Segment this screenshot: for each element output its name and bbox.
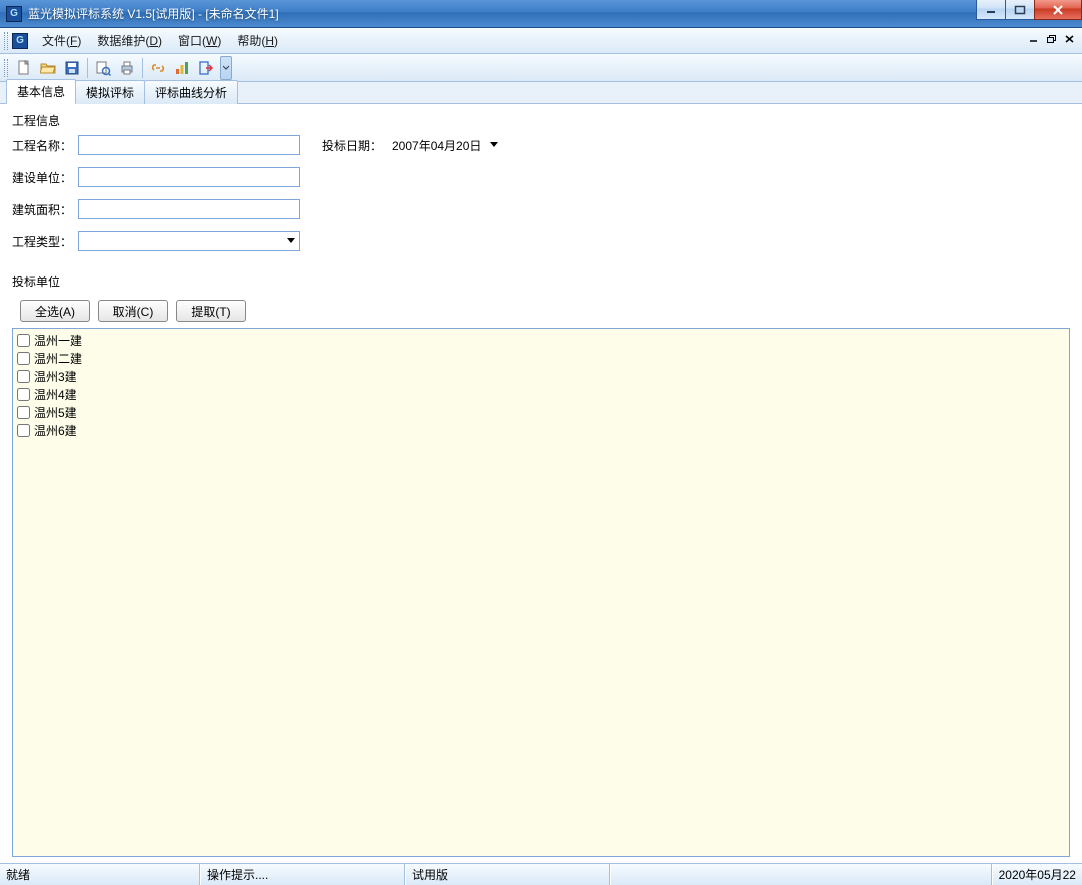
label-project-name: 工程名称： [12,137,78,154]
tab-curve-analyze[interactable]: 评标曲线分析 [144,80,238,104]
open-folder-icon[interactable] [36,56,60,80]
menu-grip [4,32,8,50]
menubar: G 文件(F) 数据维护(D) 窗口(W) 帮助(H) [0,28,1082,54]
bidder-label: 温州4建 [34,386,77,403]
print-icon[interactable] [115,56,139,80]
status-spacer [610,864,992,885]
new-file-icon[interactable] [12,56,36,80]
status-edition: 试用版 [405,864,610,885]
status-date: 2020年05月22 [992,864,1082,885]
extract-button[interactable]: 提取(T) [176,300,246,322]
window-title: 蓝光模拟评标系统 V1.5[试用版] - [未命名文件1] [28,5,279,22]
tab-sim-eval[interactable]: 模拟评标 [75,80,145,104]
bidder-checkbox[interactable] [17,334,30,347]
status-hint: 操作提示.... [200,864,405,885]
menu-file[interactable]: 文件(F) [34,28,89,53]
label-build-area: 建筑面积： [12,201,78,218]
mdi-restore-icon[interactable] [1044,32,1060,46]
input-build-unit[interactable] [78,167,300,187]
content-area: 工程信息 工程名称： 投标日期： 2007年04月20日 建设单位： 建筑面积：… [0,104,1082,863]
label-bid-date: 投标日期： [322,137,388,154]
close-button[interactable] [1034,0,1082,20]
tool-exit-icon[interactable] [194,56,218,80]
bidder-label: 温州5建 [34,404,77,421]
list-item[interactable]: 温州一建 [15,331,1067,349]
list-item[interactable]: 温州5建 [15,403,1067,421]
menu-help[interactable]: 帮助(H) [229,28,286,53]
tool-chart-icon[interactable] [170,56,194,80]
bidder-checkbox[interactable] [17,424,30,437]
cancel-button[interactable]: 取消(C) [98,300,168,322]
input-build-area[interactable] [78,199,300,219]
menu-app-icon: G [12,33,28,49]
chevron-down-icon [283,232,299,250]
statusbar: 就绪 操作提示.... 试用版 2020年05月22 [0,863,1082,885]
bidder-label: 温州6建 [34,422,77,439]
bidder-checkbox[interactable] [17,352,30,365]
tool-link-icon[interactable] [146,56,170,80]
select-all-button[interactable]: 全选(A) [20,300,90,322]
group-project-info: 工程信息 [12,112,1070,129]
app-icon: G [6,6,22,22]
date-picker[interactable]: 2007年04月20日 [388,135,505,155]
list-item[interactable]: 温州4建 [15,385,1067,403]
list-item[interactable]: 温州3建 [15,367,1067,385]
toolbar-overflow-icon[interactable] [220,56,232,80]
bidders-listbox[interactable]: 温州一建 温州二建 温州3建 温州4建 温州5建 温州6建 [12,328,1070,857]
toolbar-grip [4,59,8,77]
label-build-unit: 建设单位： [12,169,78,186]
group-bidders: 投标单位 [12,273,1070,290]
bidder-label: 温州二建 [34,350,82,367]
bidder-label: 温州一建 [34,332,82,349]
titlebar: G 蓝光模拟评标系统 V1.5[试用版] - [未命名文件1] [0,0,1082,28]
label-project-type: 工程类型： [12,233,78,250]
toolbar [0,54,1082,82]
list-item[interactable]: 温州二建 [15,349,1067,367]
menu-window[interactable]: 窗口(W) [170,28,229,53]
chevron-down-icon [487,142,501,148]
bidder-checkbox[interactable] [17,388,30,401]
status-ready: 就绪 [0,864,200,885]
mdi-close-icon[interactable] [1062,32,1078,46]
combo-project-type[interactable] [78,231,300,251]
maximize-button[interactable] [1005,0,1035,20]
minimize-button[interactable] [976,0,1006,20]
bidder-label: 温州3建 [34,368,77,385]
date-value: 2007年04月20日 [392,137,481,154]
input-project-name[interactable] [78,135,300,155]
list-item[interactable]: 温州6建 [15,421,1067,439]
print-preview-icon[interactable] [91,56,115,80]
bidder-checkbox[interactable] [17,370,30,383]
tab-basic-info[interactable]: 基本信息 [6,79,76,104]
tabstrip: 基本信息 模拟评标 评标曲线分析 [0,82,1082,104]
menu-data[interactable]: 数据维护(D) [89,28,170,53]
mdi-minimize-icon[interactable] [1026,32,1042,46]
save-icon[interactable] [60,56,84,80]
bidder-checkbox[interactable] [17,406,30,419]
